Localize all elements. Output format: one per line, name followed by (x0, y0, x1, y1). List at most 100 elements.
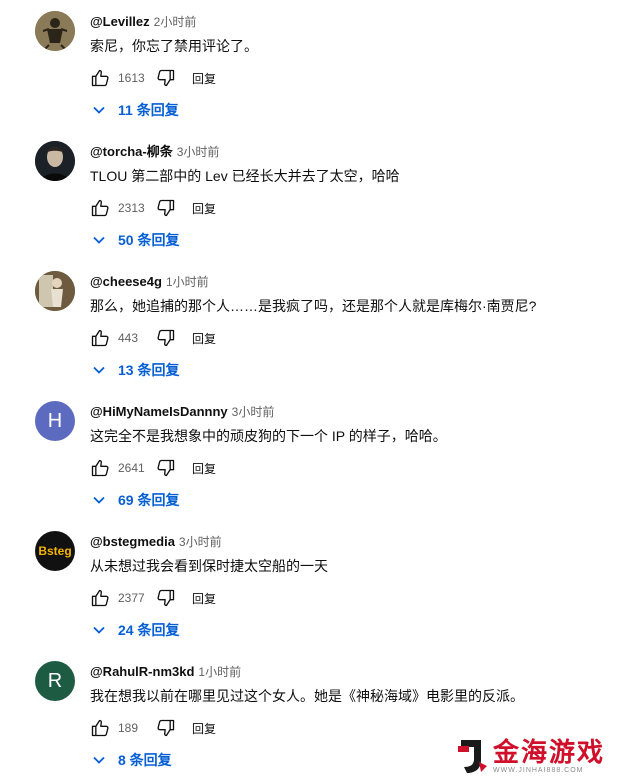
comment-actions: 2313 回复 (88, 196, 216, 220)
view-replies-button[interactable]: 11 条回复 (92, 100, 179, 120)
like-button[interactable] (88, 716, 112, 740)
comment-actions: 2377 回复 (88, 586, 216, 610)
comment-time[interactable]: 3小时前 (177, 145, 220, 159)
chevron-down-icon (92, 623, 106, 637)
comment-actions: 443 回复 (88, 326, 216, 350)
chevron-down-icon (92, 363, 106, 377)
chevron-down-icon (92, 103, 106, 117)
comment-author[interactable]: @HiMyNameIsDannny (90, 404, 228, 419)
thumbs-up-icon (90, 198, 110, 218)
comment-text: 那么，她追捕的那个人……是我疯了吗，还是那个人就是库梅尔·南贾尼? (90, 298, 537, 314)
comment-author[interactable]: @cheese4g (90, 274, 162, 289)
comment-time[interactable]: 2小时前 (154, 15, 197, 29)
comment-header: @Levillez 2小时前 (90, 14, 196, 30)
like-count: 2377 (118, 591, 145, 605)
view-replies-button[interactable]: 50 条回复 (92, 230, 179, 250)
thumbs-up-icon (90, 588, 110, 608)
dislike-button[interactable] (154, 716, 178, 740)
watermark: 金海游戏 WWW.JINHAI888.COM (455, 733, 625, 779)
comment-author[interactable]: @Levillez (90, 14, 150, 29)
comment-text: 这完全不是我想象中的顽皮狗的下一个 IP 的样子，哈哈。 (90, 428, 447, 444)
view-replies-button[interactable]: 24 条回复 (92, 620, 179, 640)
comment: @torcha-柳条 3小时前 TLOU 第二部中的 Lev 已经长大并去了太空，哈… (0, 132, 629, 262)
reply-button[interactable]: 回复 (192, 330, 216, 347)
thumbs-down-icon (156, 718, 176, 738)
replies-count: 8 条回复 (118, 752, 172, 768)
avatar-letter: R (47, 669, 63, 692)
comment-actions: 1613 回复 (88, 66, 216, 90)
comment-actions: 189 回复 (88, 716, 216, 740)
comment-header: @torcha-柳条 3小时前 (90, 144, 219, 160)
comment: Bsteg @bstegmedia 3小时前从未想过我会看到保时捷太空船的一天 237… (0, 522, 629, 652)
reply-button[interactable]: 回复 (192, 720, 216, 737)
comment-author[interactable]: @RahulR-nm3kd (90, 664, 194, 679)
chevron-down-icon (92, 233, 106, 247)
comment: @Levillez 2小时前索尼，你忘了禁用评论了。 1613 回复 11 条回复 (0, 2, 629, 132)
replies-count: 50 条回复 (118, 232, 180, 248)
comment-time[interactable]: 3小时前 (179, 535, 222, 549)
avatar[interactable]: R (35, 661, 75, 701)
view-replies-button[interactable]: 13 条回复 (92, 360, 179, 380)
like-count: 1613 (118, 71, 145, 85)
like-button[interactable] (88, 456, 112, 480)
figure-painting-avatar (35, 271, 75, 311)
like-button[interactable] (88, 66, 112, 90)
jinhai-logo-icon (458, 740, 487, 773)
like-button[interactable] (88, 586, 112, 610)
comment-header: @RahulR-nm3kd 1小时前 (90, 664, 241, 680)
avatar[interactable] (35, 271, 75, 311)
watermark-url: WWW.JINHAI888.COM (493, 767, 584, 774)
chevron-down-icon (92, 753, 106, 767)
thumbs-down-icon (156, 458, 176, 478)
like-count: 189 (118, 721, 139, 735)
comment-author[interactable]: @torcha-柳条 (90, 144, 173, 159)
comment-time[interactable]: 3小时前 (232, 405, 275, 419)
thumbs-up-icon (90, 458, 110, 478)
comment-time[interactable]: 1小时前 (198, 665, 241, 679)
chevron-down-icon (92, 493, 106, 507)
view-replies-button[interactable]: 69 条回复 (92, 490, 179, 510)
avatar-letter: H (47, 409, 63, 432)
dislike-button[interactable] (154, 326, 178, 350)
like-button[interactable] (88, 326, 112, 350)
reply-button[interactable]: 回复 (192, 200, 216, 217)
replies-count: 13 条回复 (118, 362, 180, 378)
comment-text: 从未想过我会看到保时捷太空船的一天 (90, 558, 328, 574)
reply-button[interactable]: 回复 (192, 590, 216, 607)
avatar[interactable] (35, 141, 75, 181)
like-button[interactable] (88, 196, 112, 220)
replies-count: 69 条回复 (118, 492, 180, 508)
comment-time[interactable]: 1小时前 (166, 275, 209, 289)
avatar[interactable]: Bsteg (35, 531, 75, 571)
dislike-button[interactable] (154, 586, 178, 610)
reply-button[interactable]: 回复 (192, 70, 216, 87)
dislike-button[interactable] (154, 196, 178, 220)
comment: H @HiMyNameIsDannny 3小时前这完全不是我想象中的顽皮狗的下一个 … (0, 392, 629, 522)
thumbs-down-icon (156, 68, 176, 88)
thumbs-down-icon (156, 588, 176, 608)
comment-text: 索尼，你忘了禁用评论了。 (90, 38, 258, 54)
comment-header: @bstegmedia 3小时前 (90, 534, 222, 550)
comment-text: 我在想我以前在哪里见过这个女人。她是《神秘海域》电影里的反派。 (90, 688, 524, 704)
avatar[interactable]: H (35, 401, 75, 441)
comment-header: @HiMyNameIsDannny 3小时前 (90, 404, 274, 420)
dislike-button[interactable] (154, 66, 178, 90)
like-count: 2641 (118, 461, 145, 475)
reply-button[interactable]: 回复 (192, 460, 216, 477)
comment: @cheese4g 1小时前那么，她追捕的那个人……是我疯了吗，还是那个人就是库梅… (0, 262, 629, 392)
like-count: 2313 (118, 201, 145, 215)
thumbs-up-icon (90, 328, 110, 348)
like-count: 443 (118, 331, 139, 345)
avatar[interactable] (35, 11, 75, 51)
dislike-button[interactable] (154, 456, 178, 480)
thumbs-up-icon (90, 68, 110, 88)
replies-count: 11 条回复 (118, 102, 179, 118)
avatar-logo-text: Bsteg (38, 544, 72, 558)
thumbs-down-icon (156, 328, 176, 348)
comment-author[interactable]: @bstegmedia (90, 534, 175, 549)
dark-portrait-avatar (35, 141, 75, 181)
watermark-title: 金海游戏 (493, 737, 606, 767)
view-replies-button[interactable]: 8 条回复 (92, 750, 172, 770)
thumbs-up-icon (90, 718, 110, 738)
comment-text: TLOU 第二部中的 Lev 已经长大并去了太空，哈哈 (90, 168, 400, 184)
